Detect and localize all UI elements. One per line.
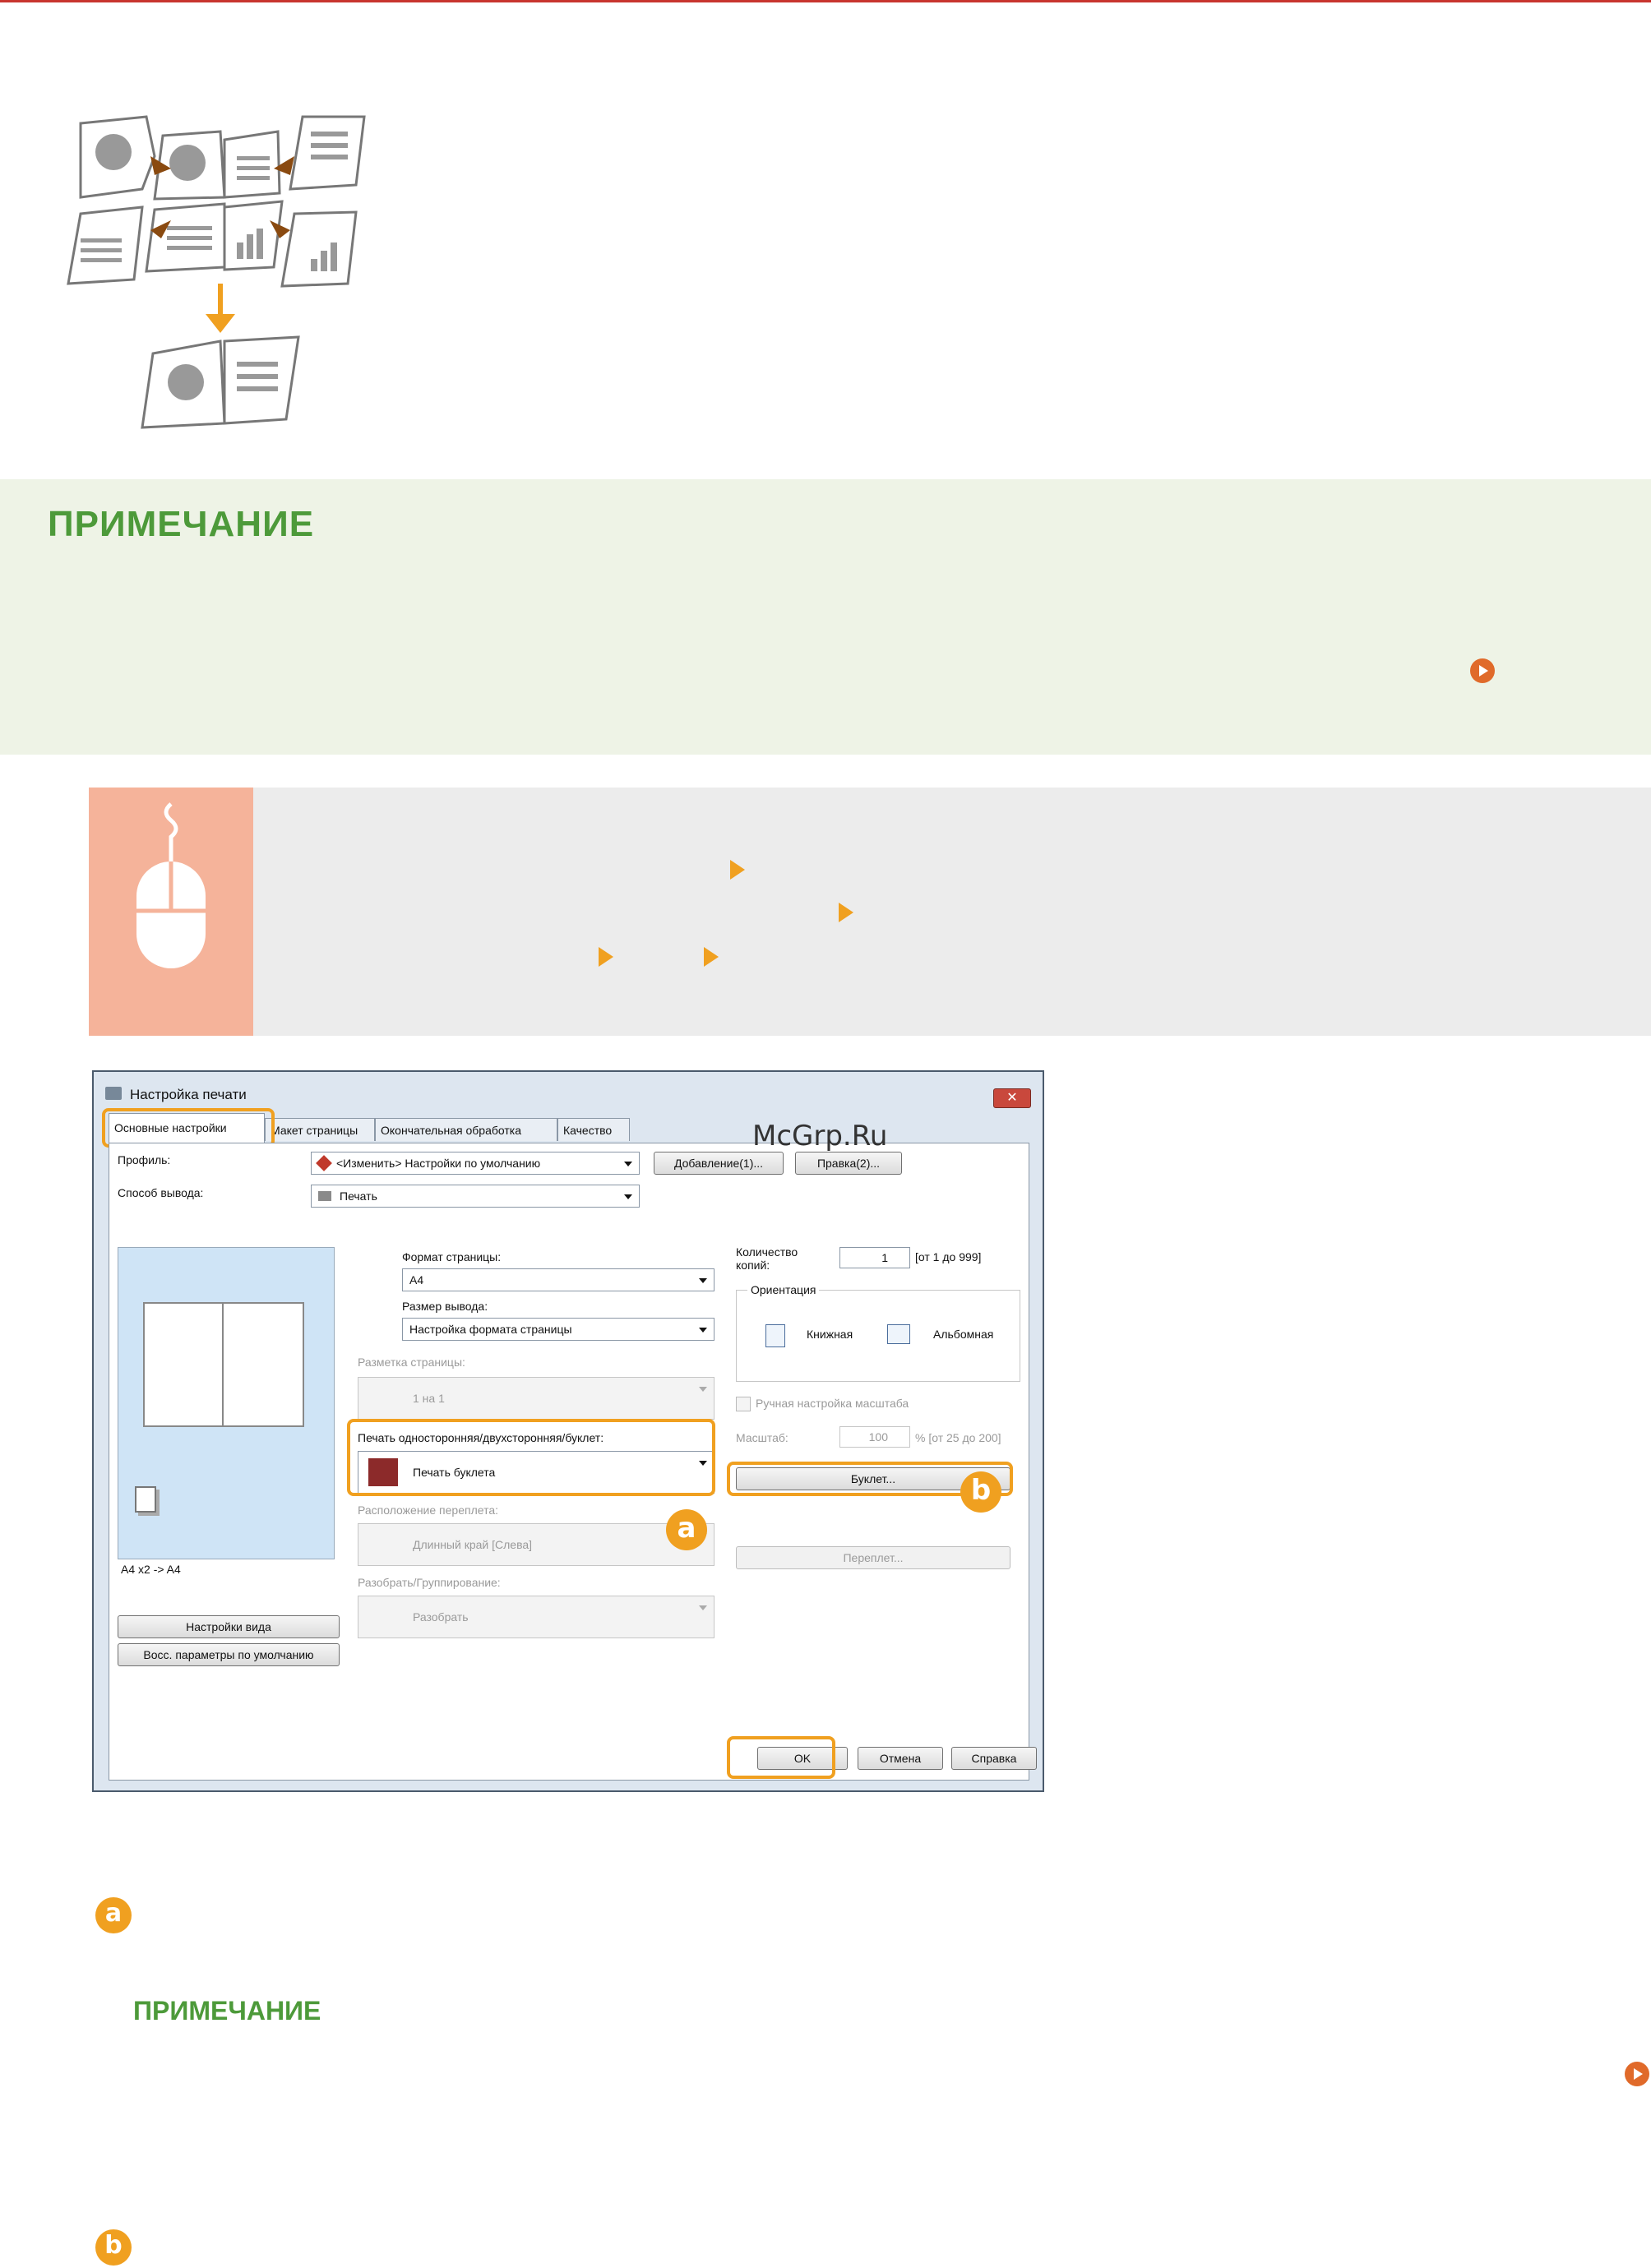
page-size-label: Формат страницы: bbox=[402, 1250, 502, 1263]
note-title: ПРИМЕЧАНИЕ bbox=[48, 504, 315, 544]
print-settings-dialog: Настройка печати ✕ Основные настройки Ма… bbox=[92, 1070, 1044, 1792]
output-size-select[interactable]: Настройка формата страницы bbox=[402, 1318, 715, 1341]
profile-select[interactable]: <Изменить> Настройки по умолчанию bbox=[311, 1152, 640, 1175]
callout-a: a bbox=[666, 1509, 707, 1550]
scale-label: Масштаб: bbox=[736, 1431, 789, 1444]
profile-value: <Изменить> Настройки по умолчанию bbox=[336, 1157, 541, 1170]
top-rule bbox=[0, 0, 1651, 2]
step-arrow-icon bbox=[704, 947, 719, 967]
bullet-b: b bbox=[95, 2229, 132, 2266]
scale-range: % [от 25 до 200] bbox=[915, 1431, 1001, 1444]
printer-icon bbox=[105, 1087, 122, 1100]
output-value: Печать bbox=[340, 1189, 377, 1203]
output-size-label: Размер вывода: bbox=[402, 1300, 488, 1313]
cancel-button[interactable]: Отмена bbox=[858, 1747, 943, 1770]
tab-page-layout[interactable]: Макет страницы bbox=[265, 1118, 375, 1141]
printer-small-icon bbox=[318, 1191, 331, 1201]
pencil-icon bbox=[316, 1155, 332, 1171]
layout-select[interactable]: 1 на 1 bbox=[358, 1377, 715, 1420]
collate-value: Разобрать bbox=[413, 1610, 469, 1624]
booklet-illustration bbox=[67, 115, 366, 429]
copies-label: Количество копий: bbox=[736, 1245, 798, 1272]
add-profile-button[interactable]: Добавление(1)... bbox=[654, 1152, 784, 1175]
dialog-titlebar: Настройка печати ✕ bbox=[100, 1079, 1038, 1108]
restore-defaults-button[interactable]: Восс. параметры по умолчанию bbox=[118, 1643, 340, 1666]
landscape-label: Альбомная bbox=[933, 1328, 994, 1341]
preview-caption: A4 x2 -> A4 bbox=[121, 1563, 181, 1576]
profile-label: Профиль: bbox=[118, 1153, 171, 1166]
landscape-radio[interactable]: Альбомная bbox=[887, 1324, 1019, 1346]
step-box bbox=[89, 788, 1651, 1036]
view-settings-button[interactable]: Настройки вида bbox=[118, 1615, 340, 1638]
orientation-label: Ориентация bbox=[747, 1283, 820, 1296]
preview-book-left bbox=[143, 1302, 225, 1427]
dialog-title: Настройка печати bbox=[130, 1087, 247, 1102]
mouse-panel bbox=[89, 788, 253, 1036]
close-button[interactable]: ✕ bbox=[993, 1088, 1031, 1108]
output-label: Способ вывода: bbox=[118, 1186, 204, 1199]
collate-select[interactable]: Разобрать bbox=[358, 1596, 715, 1638]
highlight-ok bbox=[727, 1736, 835, 1779]
landscape-icon bbox=[887, 1324, 910, 1344]
edit-profile-button[interactable]: Правка(2)... bbox=[795, 1152, 902, 1175]
callout-b: b bbox=[960, 1471, 1001, 1513]
portrait-label: Книжная bbox=[807, 1328, 853, 1341]
binding-value: Длинный край [Слева] bbox=[413, 1538, 533, 1551]
copies-stack-icon bbox=[135, 1486, 156, 1513]
bullet-a: a bbox=[95, 1897, 132, 1933]
tab-quality[interactable]: Качество bbox=[557, 1118, 630, 1141]
step-arrow-icon bbox=[839, 903, 853, 922]
mouse-icon bbox=[136, 802, 206, 968]
sub-note-title: ПРИМЕЧАНИЕ bbox=[133, 1996, 321, 2025]
help-button[interactable]: Справка bbox=[951, 1747, 1037, 1770]
binding-select[interactable]: Длинный край [Слева] bbox=[358, 1523, 715, 1566]
step-arrow-icon bbox=[599, 947, 613, 967]
page-preview bbox=[118, 1247, 335, 1559]
note-box: ПРИМЕЧАНИЕ bbox=[0, 479, 1651, 755]
copies-input[interactable]: 1 bbox=[839, 1247, 910, 1268]
tab-finishing[interactable]: Окончательная обработка bbox=[375, 1118, 557, 1141]
portrait-icon bbox=[765, 1324, 785, 1347]
output-select[interactable]: Печать bbox=[311, 1185, 640, 1208]
link-arrow-icon[interactable] bbox=[1470, 658, 1495, 683]
layout-value: 1 на 1 bbox=[413, 1392, 445, 1405]
step-arrow-icon bbox=[730, 860, 745, 880]
binding-label: Расположение переплета: bbox=[358, 1504, 498, 1517]
scale-input[interactable]: 100 bbox=[839, 1426, 910, 1448]
layout-label: Разметка страницы: bbox=[358, 1356, 465, 1369]
portrait-radio[interactable]: Книжная bbox=[765, 1324, 881, 1347]
page-size-select[interactable]: A4 bbox=[402, 1268, 715, 1291]
watermark: McGrp.Ru bbox=[752, 1120, 888, 1152]
manual-scale-label: Ручная настройка масштаба bbox=[756, 1397, 909, 1410]
copies-range: [от 1 до 999] bbox=[915, 1250, 982, 1263]
collate-label: Разобрать/Группирование: bbox=[358, 1576, 501, 1589]
preview-book-right bbox=[222, 1302, 304, 1427]
binding-button[interactable]: Переплет... bbox=[736, 1546, 1010, 1569]
manual-scale-checkbox[interactable] bbox=[736, 1397, 751, 1411]
highlight-duplex bbox=[347, 1419, 715, 1496]
link-arrow-icon-2[interactable] bbox=[1625, 2062, 1649, 2086]
highlight-tab bbox=[102, 1108, 275, 1148]
